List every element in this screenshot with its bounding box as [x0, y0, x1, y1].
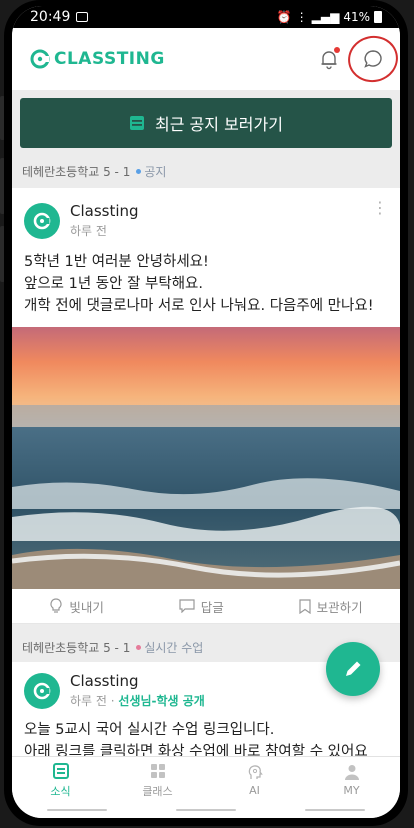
- tab-ai[interactable]: AI: [220, 757, 290, 803]
- post-content: 5학년 1반 여러분 안녕하세요! 앞으로 1년 동안 잘 부탁해요. 개학 전…: [12, 245, 400, 327]
- like-button[interactable]: 빛내기: [49, 597, 104, 616]
- like-label: 빛내기: [69, 599, 104, 615]
- tag-label: 실시간 수업: [144, 640, 204, 655]
- post-line: 아래 링크를 클릭하면 화상 수업에 바로 참여할 수 있어요: [24, 744, 368, 756]
- pencil-icon: [346, 661, 361, 676]
- chat-button[interactable]: [343, 31, 400, 87]
- post-audience: 선생님-학생 공개: [118, 694, 205, 708]
- battery-percent: 41%: [343, 10, 370, 24]
- tab-class[interactable]: 클래스: [123, 757, 193, 803]
- person-icon: [344, 765, 359, 780]
- post-actions: 빛내기 답글 보관하기: [12, 589, 400, 624]
- app-header: CLASSTING: [12, 28, 400, 90]
- signal-icon: ▂▄▆: [311, 10, 340, 24]
- tab-my[interactable]: MY: [317, 757, 387, 803]
- save-label: 보관하기: [316, 599, 363, 615]
- tag-label: 공지: [144, 164, 167, 179]
- red-annotation-circle: [343, 31, 400, 87]
- comment-icon: [179, 599, 195, 613]
- classting-logo[interactable]: CLASSTING: [30, 49, 165, 69]
- post-class-label: 테헤란초등학교 5 - 1 공지: [12, 154, 400, 188]
- bookmark-icon: [298, 598, 311, 614]
- notice-board-icon: [130, 116, 145, 130]
- lightbulb-icon: [50, 598, 62, 613]
- post-line: 개학 전에 댓글로나마 서로 인사 나눠요. 다음주에 만나요!: [24, 298, 374, 314]
- classting-logo-icon: [30, 49, 50, 69]
- phone-frame: 20:49 ⏰ ⋮ ▂▄▆ 41% CLASSTING 최근 공지 보러가기 테…: [4, 0, 408, 826]
- tab-news[interactable]: 소식: [26, 757, 96, 803]
- author-info: Classting 하루 전 · 선생님-학생 공개: [70, 672, 205, 709]
- ai-icon: [248, 765, 263, 779]
- more-options-icon[interactable]: ⋮: [372, 200, 388, 216]
- post-card[interactable]: Classting 하루 전 ⋮ 5학년 1반 여러분 안녕하세요! 앞으로 1…: [12, 188, 400, 624]
- author-info: Classting 하루 전: [70, 202, 139, 239]
- classting-logo-icon: [33, 682, 51, 699]
- grid-icon: [150, 763, 165, 778]
- post-content: 오늘 5교시 국어 실시간 수업 링크입니다. 아래 링크를 클릭하면 화상 수…: [12, 715, 400, 756]
- post-line: 앞으로 1년 동안 잘 부탁해요.: [24, 276, 204, 292]
- tag-bullet: [136, 168, 142, 174]
- battery-icon: [374, 11, 382, 23]
- post-line: 오늘 5교시 국어 실시간 수업 링크입니다.: [24, 722, 275, 738]
- author-name: Classting: [70, 672, 139, 690]
- tab-label: MY: [343, 784, 360, 797]
- post-tag: 실시간 수업: [136, 639, 203, 656]
- post-header: Classting 하루 전 ⋮: [12, 188, 400, 245]
- screen: 20:49 ⏰ ⋮ ▂▄▆ 41% CLASSTING 최근 공지 보러가기 테…: [12, 6, 400, 818]
- bottom-tab-bar: 소식 클래스 AI MY: [12, 756, 400, 803]
- nav-back-bar[interactable]: [305, 809, 366, 811]
- notification-button[interactable]: [316, 46, 342, 72]
- notice-button-label: 최근 공지 보러가기: [155, 115, 283, 134]
- gallery-notification-icon: [76, 12, 89, 22]
- class-name: 테헤란초등학교 5 - 1: [22, 164, 131, 179]
- save-button[interactable]: 보관하기: [298, 597, 363, 616]
- status-bar: 20:49 ⏰ ⋮ ▂▄▆ 41%: [12, 6, 400, 28]
- tab-label: 소식: [50, 784, 71, 798]
- nav-home-bar[interactable]: [175, 809, 236, 811]
- post-time: 하루 전: [70, 694, 107, 708]
- reply-button[interactable]: 답글: [179, 597, 224, 616]
- classting-logo-icon: [33, 212, 51, 229]
- author-avatar[interactable]: [24, 672, 60, 709]
- tab-label: AI: [249, 784, 260, 797]
- status-time: 20:49: [30, 9, 71, 25]
- post-time: 하루 전: [70, 224, 107, 238]
- system-nav-bar: [12, 802, 400, 818]
- notice-banner-area: 최근 공지 보러가기: [12, 90, 400, 154]
- post-photo-sea-sunset[interactable]: [12, 327, 400, 589]
- author-name: Classting: [70, 202, 139, 220]
- tag-bullet: [136, 644, 142, 650]
- notification-dot: [334, 47, 340, 53]
- post-line: 5학년 1반 여러분 안녕하세요!: [24, 254, 209, 270]
- alarm-icon: ⏰: [276, 10, 292, 24]
- class-name: 테헤란초등학교 5 - 1: [22, 640, 131, 655]
- reply-label: 답글: [200, 599, 224, 615]
- post-meta: 하루 전 · 선생님-학생 공개: [70, 692, 205, 709]
- logo-text: CLASSTING: [54, 49, 165, 69]
- author-avatar[interactable]: [24, 202, 60, 239]
- write-post-button[interactable]: [326, 642, 380, 696]
- news-icon: [52, 762, 69, 779]
- nav-recents-bar[interactable]: [46, 809, 107, 811]
- post-tag: 공지: [136, 163, 166, 180]
- recent-notice-button[interactable]: 최근 공지 보러가기: [20, 98, 392, 148]
- tab-label: 클래스: [142, 784, 173, 798]
- wifi-icon: ⋮: [295, 10, 308, 24]
